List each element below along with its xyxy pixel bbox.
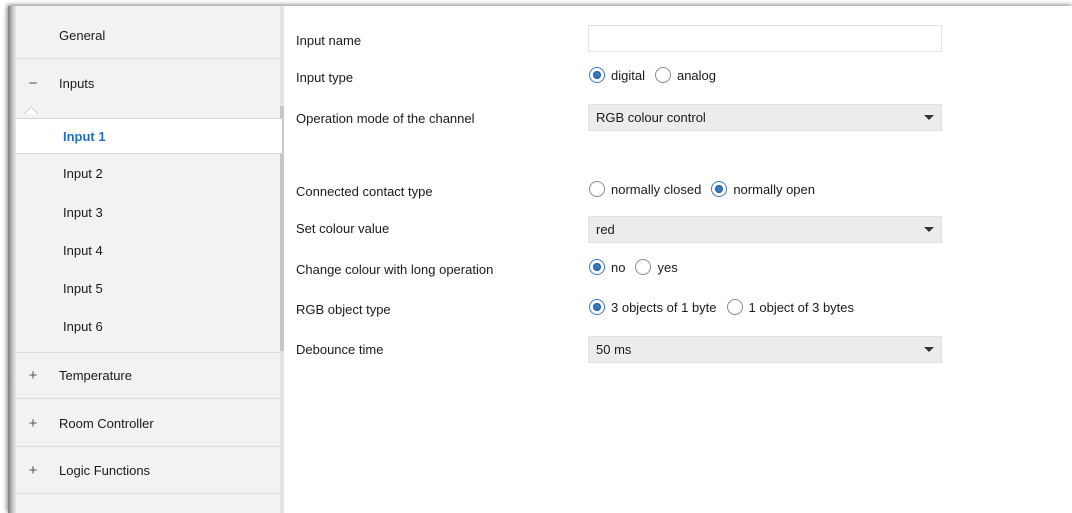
normally-open-radio[interactable]	[711, 181, 728, 197]
sidebar-item-label: Logic Functions	[59, 462, 151, 478]
three-objects-radio[interactable]	[589, 299, 605, 315]
sidebar-item-inputs[interactable]: − Inputs	[16, 60, 280, 107]
sidebar-item-general[interactable]: General	[16, 12, 280, 59]
radio-label: 3 objects of 1 byte	[611, 299, 717, 315]
sidebar-subitem-label: Input 2	[63, 165, 103, 181]
long-operation-label: Change colour with long operation	[296, 262, 494, 277]
window-left-edge	[8, 6, 16, 513]
sidebar-subitem-input-4[interactable]: Input 4	[16, 232, 280, 268]
sidebar-subitem-input-1[interactable]: Input 1	[16, 118, 282, 154]
select-value: 50 ms	[596, 342, 632, 357]
radio-label: 1 object of 3 bytes	[748, 299, 855, 315]
chevron-down-icon	[924, 115, 934, 120]
operation-mode-label: Operation mode of the channel	[296, 111, 475, 126]
sidebar-subitem-label: Input 4	[63, 242, 103, 258]
sidebar-subitem-input-5[interactable]: Input 5	[16, 270, 280, 306]
sidebar-subitem-input-2[interactable]: Input 2	[16, 155, 280, 191]
radio-label: no	[611, 259, 626, 275]
input-type-analog-radio[interactable]	[654, 67, 671, 83]
input-type-label: Input type	[296, 70, 354, 85]
expand-icon[interactable]: +	[26, 415, 40, 432]
sidebar-subitem-label: Input 1	[63, 128, 106, 144]
collapse-icon[interactable]: −	[26, 75, 40, 92]
rgb-object-type-label: RGB object type	[296, 302, 391, 317]
expand-icon[interactable]: +	[26, 462, 40, 479]
colour-value-label: Set colour value	[296, 221, 390, 236]
sidebar-item-room-controller[interactable]: + Room Controller	[16, 400, 280, 447]
sidebar-item-label: General	[59, 27, 106, 43]
contact-type-radio-group: normally closed normally open	[589, 181, 825, 197]
rgb-object-type-radio-group: 3 objects of 1 byte 1 object of 3 bytes	[589, 299, 864, 315]
sidebar-item-logic-functions[interactable]: + Logic Functions	[16, 447, 280, 494]
sidebar-subitem-label: Input 6	[63, 318, 103, 334]
radio-label: analog	[676, 67, 717, 83]
sidebar-item-label: Inputs	[59, 76, 95, 91]
sidebar-subitem-label: Input 3	[63, 204, 103, 220]
colour-value-select[interactable]: red	[588, 216, 942, 243]
radio-label: normally closed	[611, 181, 702, 197]
sidebar-subitem-input-3[interactable]: Input 3	[16, 194, 280, 230]
input-name-field[interactable]	[588, 25, 942, 52]
tree-caret-icon	[24, 106, 38, 114]
long-operation-radio-group: no yes	[589, 259, 688, 275]
debounce-time-select[interactable]: 50 ms	[588, 336, 942, 363]
one-object-radio[interactable]	[726, 299, 743, 315]
sidebar-item-label: Room Controller	[59, 415, 154, 431]
sidebar-item-label: Temperature	[59, 368, 132, 383]
input-type-digital-radio[interactable]	[589, 67, 605, 83]
select-value: red	[596, 222, 615, 237]
long-operation-no-radio[interactable]	[589, 259, 605, 275]
sidebar-item-temperature[interactable]: + Temperature	[16, 352, 280, 399]
normally-closed-radio[interactable]	[589, 181, 605, 197]
long-operation-yes-radio[interactable]	[635, 259, 652, 275]
chevron-down-icon	[924, 347, 934, 352]
radio-label: digital	[611, 67, 645, 83]
select-value: RGB colour control	[596, 110, 706, 125]
input-name-label: Input name	[296, 33, 362, 48]
chevron-down-icon	[924, 227, 934, 232]
sidebar-subitem-input-6[interactable]: Input 6	[16, 308, 280, 344]
sidebar-subitem-label: Input 5	[63, 280, 103, 296]
debounce-time-label: Debounce time	[296, 342, 384, 357]
operation-mode-select[interactable]: RGB colour control	[588, 104, 942, 131]
expand-icon[interactable]: +	[26, 367, 40, 384]
radio-label: yes	[657, 259, 678, 275]
radio-label: normally open	[733, 181, 815, 197]
contact-type-label: Connected contact type	[296, 184, 433, 199]
input-type-radio-group: digital analog	[589, 67, 726, 83]
